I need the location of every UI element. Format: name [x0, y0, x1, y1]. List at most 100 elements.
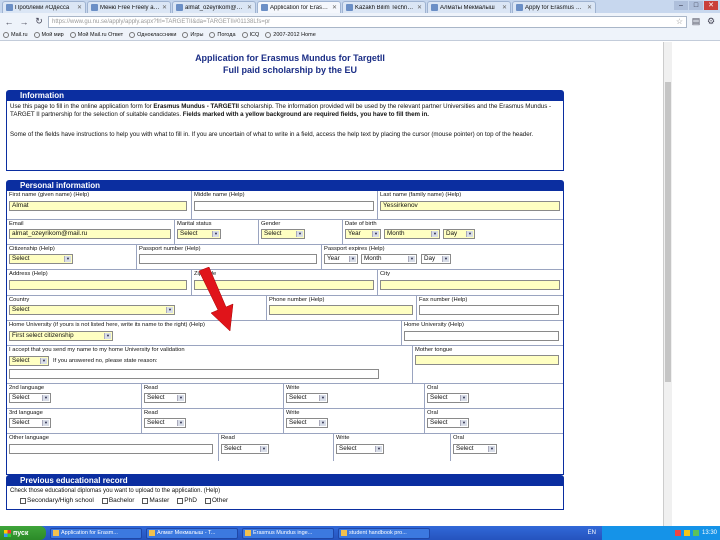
citizenship-select[interactable]: Select ▼ [9, 254, 73, 264]
vertical-scrollbar[interactable] [663, 42, 672, 526]
tray-icon[interactable] [692, 530, 699, 536]
close-icon[interactable]: ✕ [587, 4, 592, 11]
bookmark-icon [129, 32, 136, 38]
second-language-read-select[interactable]: Select ▼ [144, 393, 186, 403]
diploma-checkbox[interactable]: Bachelor [101, 497, 134, 504]
taskbar-item[interactable]: Алмат Мекмалыш - T... [146, 527, 238, 539]
tray-icon[interactable] [674, 530, 681, 536]
checkbox-icon[interactable] [204, 497, 211, 504]
checkbox-icon[interactable] [20, 497, 26, 504]
browser-tab[interactable]: almat_ozeyrikom@mail ✕ [172, 1, 256, 13]
other-language-oral-select[interactable]: Select ▼ [453, 444, 497, 454]
close-icon[interactable]: ✕ [247, 4, 252, 11]
dob-day-select[interactable]: Day ▼ [443, 229, 475, 239]
diploma-checkbox[interactable]: PhD [177, 497, 197, 504]
right-margin [672, 42, 720, 526]
start-button[interactable]: пуск [0, 526, 46, 540]
phone-number-input[interactable] [269, 305, 413, 315]
fax-number-input[interactable] [419, 305, 559, 315]
city-input[interactable] [380, 280, 560, 290]
second-language-oral-select[interactable]: Select ▼ [427, 393, 469, 403]
passport-month-select[interactable]: Month ▼ [361, 254, 417, 264]
bookmark-item[interactable]: Игры [182, 32, 203, 38]
browser-tab[interactable]: Kazakh Bilim Technolo ✕ [342, 1, 426, 13]
dob-year-select[interactable]: Year ▼ [345, 229, 381, 239]
email-cell: Email almat_ozeyrikom@mail.ru [7, 220, 175, 245]
tab-favicon-icon [516, 4, 523, 11]
wrench-icon[interactable]: ⚙ [705, 16, 717, 28]
checkbox-icon[interactable] [177, 497, 184, 504]
home-university-select[interactable]: First select citizenship ▼ [9, 331, 113, 341]
bookmark-item[interactable]: Погода [209, 32, 236, 38]
clock[interactable]: 13:30 [702, 530, 717, 536]
language-indicator[interactable]: EN [588, 530, 596, 536]
validation-consent-select[interactable]: Select ▼ [9, 356, 49, 366]
passport-day-select[interactable]: Day ▼ [421, 254, 451, 264]
bookmark-item[interactable]: Mail.ru [3, 32, 28, 38]
bookmark-star-icon[interactable]: ☆ [676, 17, 683, 26]
other-language-input[interactable] [9, 444, 213, 454]
home-university-input[interactable] [404, 331, 559, 341]
mother-tongue-input[interactable] [415, 355, 559, 365]
close-icon[interactable]: ✕ [502, 4, 507, 11]
bookmark-item[interactable]: Мой мир [33, 32, 64, 38]
bookmark-item[interactable]: 2007-2012 Home [265, 32, 316, 38]
first-name-input[interactable]: Almat [9, 201, 187, 211]
third-language-select[interactable]: Select ▼ [9, 418, 51, 428]
close-window-icon[interactable]: ✕ [704, 1, 718, 10]
minimize-icon[interactable]: – [674, 1, 688, 10]
checkbox-icon[interactable] [101, 497, 108, 504]
passport-number-input[interactable] [139, 254, 317, 264]
country-select[interactable]: Select ▼ [9, 305, 175, 315]
second-language-select[interactable]: Select ▼ [9, 393, 51, 403]
gender-select[interactable]: Select ▼ [261, 229, 305, 239]
second-language-write-select[interactable]: Select ▼ [286, 393, 328, 403]
taskbar-item[interactable]: student handbook pro... [338, 527, 430, 539]
reason-input[interactable] [9, 369, 379, 379]
taskbar-item[interactable]: Application for Erasm... [50, 527, 142, 539]
city-cell: City [378, 270, 563, 296]
document-icon [341, 530, 347, 536]
browser-tab[interactable]: Меню Free Freely adcle ✕ [87, 1, 171, 13]
dob-month-select[interactable]: Month ▼ [384, 229, 440, 239]
marital-status-select[interactable]: Select ▼ [177, 229, 221, 239]
third-language-oral-select[interactable]: Select ▼ [427, 418, 469, 428]
back-arrow-icon[interactable]: ← [3, 16, 15, 28]
third-language-write-select[interactable]: Select ▼ [286, 418, 328, 428]
passport-year-select[interactable]: Year ▼ [324, 254, 358, 264]
close-icon[interactable]: ✕ [162, 4, 167, 11]
close-icon[interactable]: ✕ [417, 4, 422, 11]
maximize-icon[interactable]: □ [689, 1, 703, 10]
email-field[interactable]: almat_ozeyrikom@mail.ru [9, 229, 171, 239]
last-name-input[interactable]: Yessirkenov [380, 201, 560, 211]
browser-tab[interactable]: Проблеми #Одесса ✕ [2, 1, 86, 13]
bookmark-item[interactable]: ICQ [241, 32, 259, 38]
reload-icon[interactable]: ↻ [33, 16, 45, 28]
diploma-checkbox[interactable]: Master [142, 497, 169, 504]
page-title: Application for Erasmus Mundus for Targe… [195, 53, 385, 75]
checkbox-icon[interactable] [142, 497, 149, 504]
folder-icon [149, 530, 155, 536]
bookmark-item[interactable]: Одноклассники [129, 32, 176, 38]
diploma-checkbox[interactable]: Secondary/High school [20, 497, 94, 504]
bookmark-item[interactable]: Мой Mail.ru Ответ [69, 32, 123, 38]
forward-arrow-icon[interactable]: → [18, 16, 30, 28]
other-language-read-select[interactable]: Select ▼ [221, 444, 269, 454]
browser-tab-active[interactable]: Application for Erasmus ✕ [257, 1, 341, 13]
middle-name-input[interactable] [194, 201, 374, 211]
chevron-down-icon: ▼ [166, 307, 173, 313]
close-icon[interactable]: ✕ [77, 4, 82, 11]
address-bar[interactable]: https://www.gu.nu.se/apply/apply.aspx?fr… [48, 15, 687, 28]
third-language-read-select[interactable]: Select ▼ [144, 418, 186, 428]
tray-icon[interactable] [683, 530, 690, 536]
taskbar-item[interactable]: Erasmus Mundus inge... [242, 527, 334, 539]
page-menu-icon[interactable]: ▤ [690, 16, 702, 28]
chevron-down-icon: ▼ [40, 358, 47, 364]
close-icon[interactable]: ✕ [332, 4, 337, 11]
diploma-checkbox[interactable]: Other [204, 497, 228, 504]
address-input[interactable] [9, 280, 187, 290]
scrollbar-thumb[interactable] [665, 82, 671, 382]
browser-tab[interactable]: Apply for Erasmus Mun ✕ [512, 1, 596, 13]
browser-tab[interactable]: Алматы Мекмалыш ✕ [427, 1, 511, 13]
other-language-write-select[interactable]: Select ▼ [336, 444, 384, 454]
